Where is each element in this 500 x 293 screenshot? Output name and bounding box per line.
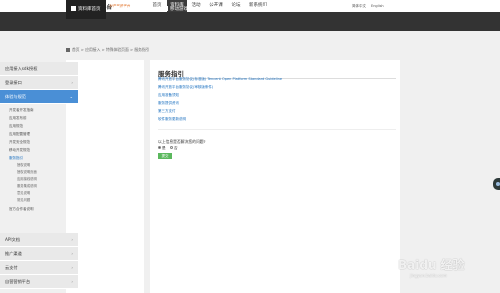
sidebar-sub2-auth[interactable]: 授权说明 xyxy=(0,162,78,169)
sidebar-sub-security[interactable]: 开发安全规范 xyxy=(0,138,78,146)
link-update-notes[interactable]: 软件服务更新说明 xyxy=(158,117,186,122)
chat-icon xyxy=(496,182,500,186)
home-icon[interactable] xyxy=(66,47,70,52)
home-icon xyxy=(71,6,76,11)
mainnav-pc-app[interactable]: PC应用接入 ▾ xyxy=(212,0,247,19)
sidebar-item-sdk-auth[interactable]: 应用接入sdk授权 xyxy=(0,62,78,76)
sidebar-item-experience[interactable]: 体验与规范 ⌄ xyxy=(0,90,78,104)
sidebar-sub-app-rules[interactable]: 应用规范 xyxy=(0,122,78,130)
chevron-right-icon: › xyxy=(71,80,73,85)
chevron-right-icon: › xyxy=(71,237,73,242)
link-third-party-pay[interactable]: 第三方支付 xyxy=(158,109,176,114)
mainnav-mobile-game[interactable]: 移动游戏接入 ▾ xyxy=(163,0,201,19)
chevron-down-icon: ⌄ xyxy=(69,94,73,99)
sidebar-item-login[interactable]: 登录接口 › xyxy=(0,76,78,90)
sidebar-sub2-opinion[interactable]: 意见说明 xyxy=(0,190,78,197)
sidebar-sub2-wiring[interactable]: 应用接线说明 xyxy=(0,176,78,183)
mainnav-ysdk[interactable]: YSDK ▾ xyxy=(320,0,336,19)
sidebar-sub-mobile-rules[interactable]: 移动开发规范 xyxy=(0,146,78,154)
feedback-question: 以上信息是否解决您的问题? xyxy=(158,139,206,144)
sidebar-sub2-auth-page[interactable]: 授权说明页面 xyxy=(0,169,78,176)
mainnav-mobile-app[interactable]: 移动应用接入 ▾ xyxy=(114,0,152,19)
chevron-right-icon: › xyxy=(71,279,73,284)
radio-checked-icon xyxy=(158,146,161,149)
watermark: Baidu 经验 xyxy=(398,258,465,272)
sidebar-item-cloud-pay[interactable]: 云支付 › xyxy=(0,261,78,275)
breadcrumb: 首页 > 应用接入 > 特殊体验页面 > 服务指引 xyxy=(66,47,150,53)
radio-no[interactable]: 否 xyxy=(170,146,178,151)
sidebar-sub2-faq[interactable]: 常见问题 xyxy=(0,197,78,204)
link-service-agreement[interactable]: 腾讯开放平台服务协议(标准版) Tencent Open Platform St… xyxy=(158,77,282,82)
lang-chinese[interactable]: 简体中文 xyxy=(352,4,366,9)
radio-unchecked-icon xyxy=(170,146,173,149)
link-prep-notes[interactable]: 应用准备须知 xyxy=(158,93,179,98)
chevron-right-icon: › xyxy=(71,265,73,270)
mainnav-library-home[interactable]: 资料库首页 xyxy=(66,0,106,19)
radio-yes[interactable]: 是 xyxy=(158,146,166,151)
submit-button[interactable]: 提交 xyxy=(158,153,172,159)
divider xyxy=(158,129,396,130)
sidebar-sub-partner[interactable]: 官方合作者说明 xyxy=(0,205,78,213)
link-service-info[interactable]: 服务提供资讯 xyxy=(158,101,179,106)
watermark-url: jingyan.baidu.com xyxy=(410,273,447,278)
link-review-agreement[interactable]: 腾讯开放平台服务协议(审核版条件) xyxy=(158,85,213,90)
sidebar-sub-config[interactable]: 应用配置管理 xyxy=(0,130,78,138)
sidebar-item-marketing[interactable]: 自营营销平台 › xyxy=(0,275,78,289)
content-panel: 服务指引 腾讯开放平台服务协议(标准版) Tencent Open Platfo… xyxy=(150,60,400,293)
sidebar-item-promotion[interactable]: 推广渠道 › xyxy=(0,247,78,261)
sidebar-sub-before-release[interactable]: 应用发布前 xyxy=(0,114,78,122)
sidebar-item-api-docs[interactable]: API文档 › xyxy=(0,233,78,247)
sidebar-sub2-integration[interactable]: 服务集成说明 xyxy=(0,183,78,190)
globe-icon xyxy=(263,6,268,11)
phone-icon xyxy=(114,6,119,11)
chevron-right-icon: › xyxy=(71,251,73,256)
sidebar-sub-dev-guide[interactable]: 开发者开发指南 xyxy=(0,106,78,114)
gamepad-icon xyxy=(163,6,168,11)
mainnav-website[interactable]: 网站接入 ▾ xyxy=(263,0,292,19)
sidebar-sub-service-guide[interactable]: 服务指引 xyxy=(0,154,78,162)
lang-english[interactable]: English xyxy=(371,4,384,8)
desktop-icon xyxy=(212,6,217,11)
